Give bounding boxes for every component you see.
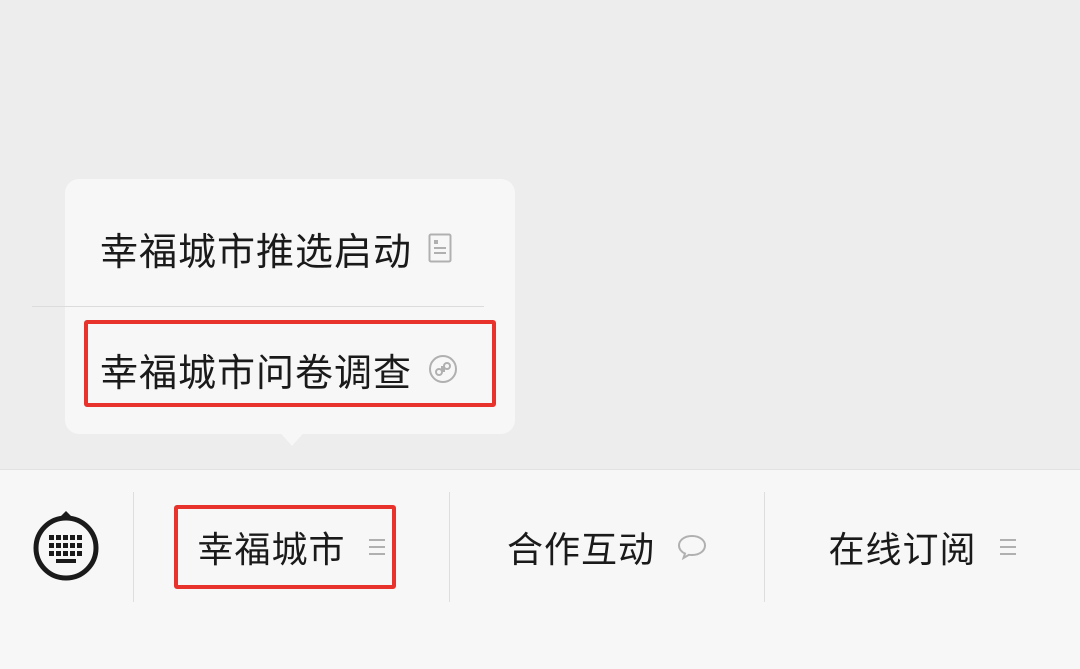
mini-program-icon xyxy=(428,354,458,384)
submenu-item-candidate-selection[interactable]: 幸福城市推选启动 xyxy=(65,189,515,307)
menu-item-label: 合作互动 xyxy=(506,530,655,571)
message-bubble-icon xyxy=(677,534,707,560)
article-icon xyxy=(428,233,452,263)
menu-item-label: 幸福城市 xyxy=(197,530,346,571)
menu-item-subscribe[interactable]: 在线订阅 xyxy=(765,494,1080,600)
submenu-lines-icon xyxy=(368,537,386,557)
keyboard-icon xyxy=(33,511,99,581)
submenu-item-label: 幸福城市推选启动 xyxy=(100,229,413,274)
submenu-pointer xyxy=(276,428,308,446)
submenu-item-survey[interactable]: 幸福城市问卷调查 xyxy=(65,310,515,428)
keyboard-toggle-button[interactable] xyxy=(30,510,102,582)
official-account-menu-bar: 幸福城市 合作互动 在线订阅 xyxy=(0,469,1080,669)
submenu-lines-icon xyxy=(999,537,1017,557)
menu-item-happy-city[interactable]: 幸福城市 xyxy=(134,494,449,600)
menu-item-label: 在线订阅 xyxy=(828,530,977,571)
submenu-item-label: 幸福城市问卷调查 xyxy=(100,350,413,395)
menu-item-cooperation[interactable]: 合作互动 xyxy=(450,494,764,600)
submenu-divider xyxy=(32,306,484,307)
